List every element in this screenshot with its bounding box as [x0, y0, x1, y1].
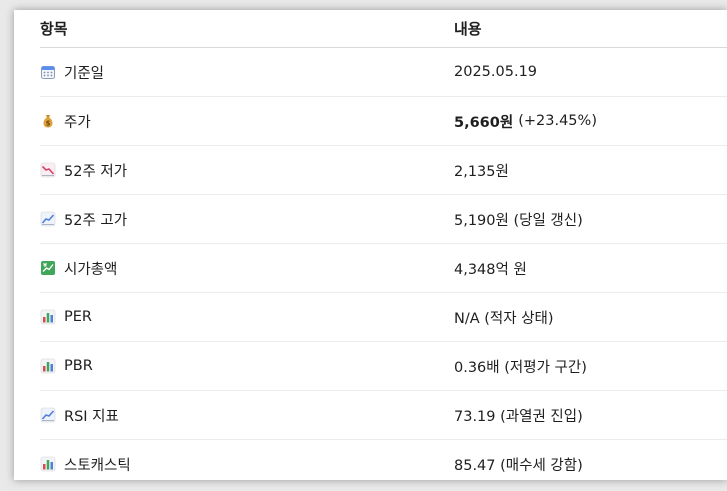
header-item: 항목: [40, 20, 68, 38]
row-label: PBR: [64, 358, 93, 374]
stock-info-table: 항목 내용 기준일 2025.05.19 $ 주가 5,660원 (+23.45…: [40, 10, 727, 480]
table-row: 스토캐스틱 85.47 (매수세 강함): [40, 440, 727, 480]
row-value-price: 5,660원: [454, 114, 514, 131]
calendar-icon: [40, 64, 56, 80]
table-header: 항목 내용: [40, 10, 727, 48]
table-row: PER N/A (적자 상태): [40, 293, 727, 342]
chart-decreasing-icon: [40, 162, 56, 178]
header-content: 내용: [454, 20, 482, 38]
row-label: 52주 고가: [64, 212, 128, 229]
row-value: 2,135원: [454, 163, 509, 180]
row-value: 73.19 (과열권 진입): [454, 408, 583, 425]
row-label: 52주 저가: [64, 163, 128, 180]
stock-info-card: 항목 내용 기준일 2025.05.19 $ 주가 5,660원 (+23.45…: [14, 10, 727, 480]
row-label: 스토캐스틱: [64, 457, 131, 474]
row-label: PER: [64, 309, 92, 325]
table-row: 52주 고가 5,190원 (당일 갱신): [40, 195, 727, 244]
table-row: RSI 지표 73.19 (과열권 진입): [40, 391, 727, 440]
bar-chart-icon: [40, 309, 56, 325]
row-label: RSI 지표: [64, 408, 119, 425]
table-row: 기준일 2025.05.19: [40, 48, 727, 97]
row-value: N/A (적자 상태): [454, 310, 554, 327]
bar-chart-icon: [40, 358, 56, 374]
bar-chart-icon: [40, 456, 56, 472]
svg-text:$: $: [46, 120, 51, 128]
row-value: 2025.05.19: [454, 64, 538, 80]
row-value: 4,348억 원: [454, 261, 527, 278]
table-row: ¥ 시가총액 4,348억 원: [40, 244, 727, 293]
money-bag-icon: $: [40, 113, 56, 129]
row-value: 5,190원 (당일 갱신): [454, 212, 583, 229]
row-value: 85.47 (매수세 강함): [454, 457, 583, 474]
chart-increasing-icon: [40, 211, 56, 227]
table-row: 52주 저가 2,135원: [40, 146, 727, 195]
row-label: 시가총액: [64, 261, 118, 278]
row-value-change: (+23.45%): [518, 113, 597, 129]
svg-text:¥: ¥: [43, 263, 47, 269]
chart-increasing-icon: [40, 407, 56, 423]
row-value: 0.36배 (저평가 구간): [454, 359, 587, 376]
table-row: $ 주가 5,660원 (+23.45%): [40, 97, 727, 146]
row-label: 기준일: [64, 65, 105, 82]
table-row: PBR 0.36배 (저평가 구간): [40, 342, 727, 391]
chart-yen-icon: ¥: [40, 260, 56, 276]
row-label: 주가: [64, 114, 91, 131]
